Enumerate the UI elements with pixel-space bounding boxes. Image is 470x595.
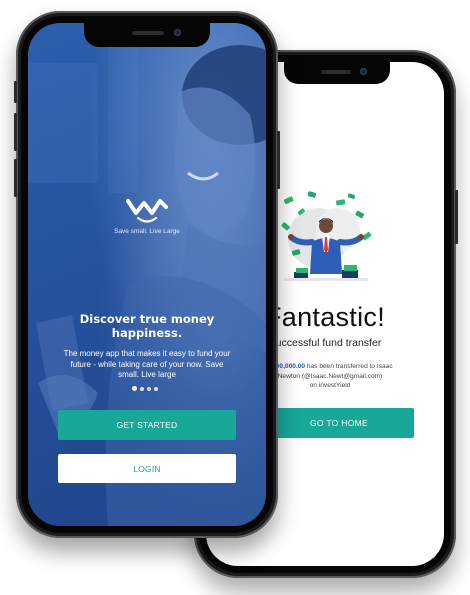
- camera-icon: [360, 68, 367, 75]
- phone-side-button: [14, 113, 17, 151]
- pagination-dot[interactable]: [147, 387, 151, 391]
- get-started-button[interactable]: GET STARTED: [58, 410, 236, 440]
- onboarding-headline: Discover true money happiness.: [79, 312, 215, 340]
- phone-notch: [284, 62, 390, 84]
- onboarding-screen: Save small. Live Large Discover true mon…: [28, 23, 266, 526]
- speaker-grille: [132, 31, 164, 35]
- phone-side-button: [14, 159, 17, 197]
- pagination-dot[interactable]: [154, 387, 158, 391]
- phone-side-button: [14, 81, 17, 103]
- go-to-home-button[interactable]: GO TO HOME: [264, 408, 414, 438]
- pagination-dot-active[interactable]: [132, 386, 137, 391]
- speaker-grille: [321, 70, 351, 74]
- phone-side-button: [277, 131, 280, 189]
- phone-notch: [84, 23, 210, 47]
- app-logo-icon: [126, 199, 168, 223]
- transfer-message-line3: on investYield: [309, 382, 351, 389]
- pagination-dots: [132, 386, 162, 392]
- background-photo: [28, 23, 266, 526]
- transfer-message-line1: has been transferred to Isaac: [305, 363, 393, 370]
- onboarding-description: The money app that makes it easy to fund…: [63, 349, 231, 379]
- transfer-message-line2: Newton (@Isaac.Newt@gmail.com): [277, 372, 383, 380]
- app-tagline: Save small. Live Large: [114, 228, 180, 235]
- phone-mockup-front: Save small. Live Large Discover true mon…: [14, 11, 280, 538]
- login-button[interactable]: LOGIN: [58, 454, 236, 483]
- camera-icon: [174, 29, 181, 36]
- pagination-dot[interactable]: [140, 387, 144, 391]
- money-celebration-illustration: [281, 191, 372, 281]
- phone-side-button: [455, 190, 458, 244]
